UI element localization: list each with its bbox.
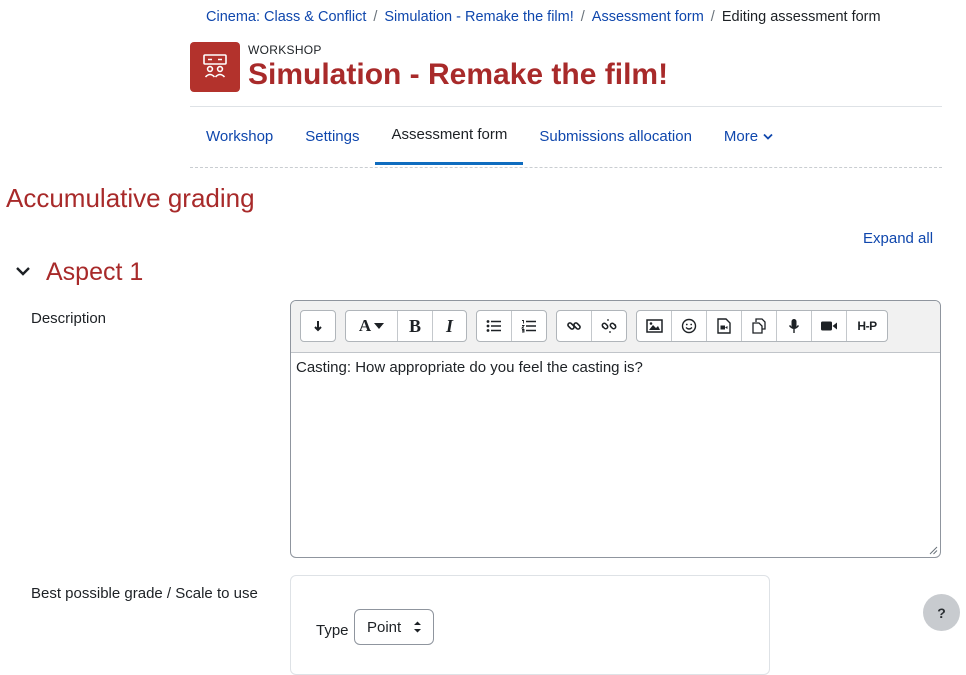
tab-label: Submissions allocation bbox=[539, 127, 692, 145]
chevron-down-icon[interactable] bbox=[14, 262, 32, 285]
tab-label: Workshop bbox=[206, 127, 274, 145]
breadcrumb-separator: / bbox=[373, 9, 378, 25]
numbered-list-icon[interactable] bbox=[512, 311, 546, 341]
tab-more[interactable]: More bbox=[708, 107, 789, 165]
italic-icon[interactable]: I bbox=[433, 311, 466, 341]
expand-all-link[interactable]: Expand all bbox=[863, 230, 933, 247]
toolbar-group bbox=[476, 310, 547, 342]
page-title: Simulation - Remake the film! bbox=[248, 58, 669, 91]
toolbar-group: H-P bbox=[636, 310, 888, 342]
emoji-icon[interactable] bbox=[672, 311, 707, 341]
bold-icon[interactable]: B bbox=[398, 311, 433, 341]
module-type-label: WORKSHOP bbox=[248, 43, 322, 57]
tab-label: Assessment form bbox=[391, 126, 508, 143]
image-icon[interactable] bbox=[637, 311, 672, 341]
workshop-icon bbox=[190, 42, 240, 92]
aspect-title[interactable]: Aspect 1 bbox=[46, 258, 143, 287]
tab-label: More bbox=[723, 127, 759, 145]
grade-type-select[interactable]: Point bbox=[354, 609, 434, 645]
chevron-down-icon bbox=[763, 133, 773, 140]
record-audio-icon[interactable] bbox=[777, 311, 812, 341]
toolbar-group bbox=[556, 310, 627, 342]
toolbar-group bbox=[300, 310, 336, 342]
breadcrumb-item-assessment-form[interactable]: Assessment form bbox=[592, 9, 704, 25]
collapse-icon[interactable] bbox=[301, 311, 335, 341]
tab-assessment-form[interactable]: Assessment form bbox=[375, 107, 524, 165]
editor-toolbar: A B I H-P bbox=[291, 301, 940, 353]
media-icon[interactable] bbox=[707, 311, 742, 341]
description-editor: A B I H-P Casting: How appropriate do yo… bbox=[290, 300, 941, 558]
grade-label: Best possible grade / Scale to use bbox=[31, 585, 258, 602]
breadcrumb-separator: / bbox=[580, 9, 585, 25]
tab-settings[interactable]: Settings bbox=[289, 107, 375, 165]
record-video-icon[interactable] bbox=[812, 311, 847, 341]
tab-label: Settings bbox=[305, 127, 360, 145]
manage-files-icon[interactable] bbox=[742, 311, 777, 341]
grade-type-value: Point bbox=[367, 618, 402, 636]
breadcrumb-item-course[interactable]: Cinema: Class & Conflict bbox=[206, 9, 366, 25]
breadcrumb: Cinema: Class & Conflict / Simulation - Re… bbox=[206, 9, 881, 25]
type-label: Type bbox=[316, 622, 349, 639]
breadcrumb-item-current: Editing assessment form bbox=[721, 9, 881, 25]
secondary-nav: Workshop Settings Assessment form Submis… bbox=[190, 107, 942, 168]
resize-handle-icon[interactable] bbox=[928, 545, 938, 555]
description-label: Description bbox=[31, 310, 107, 327]
breadcrumb-item-activity[interactable]: Simulation - Remake the film! bbox=[384, 9, 573, 25]
tab-workshop[interactable]: Workshop bbox=[190, 107, 289, 165]
help-button[interactable]: ? bbox=[923, 594, 960, 631]
section-heading: Accumulative grading bbox=[6, 183, 255, 213]
h5p-icon[interactable]: H-P bbox=[847, 311, 887, 341]
description-content[interactable]: Casting: How appropriate do you feel the… bbox=[296, 359, 643, 376]
link-icon[interactable] bbox=[557, 311, 592, 341]
font-color-icon[interactable]: A bbox=[346, 311, 398, 341]
tab-submissions-allocation[interactable]: Submissions allocation bbox=[523, 107, 708, 165]
bullet-list-icon[interactable] bbox=[477, 311, 512, 341]
unlink-icon[interactable] bbox=[592, 311, 626, 341]
toolbar-group: A B I bbox=[345, 310, 467, 342]
select-arrows-icon bbox=[414, 621, 421, 633]
breadcrumb-separator: / bbox=[710, 9, 715, 25]
